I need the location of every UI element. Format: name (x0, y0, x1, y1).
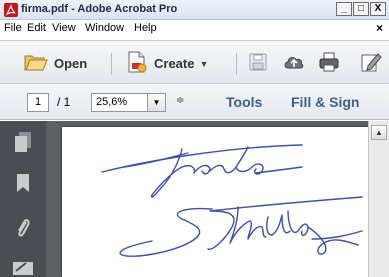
page-number-input[interactable]: 1 (27, 93, 49, 112)
handwritten-signature (101, 144, 363, 257)
minimize-button[interactable]: _ (336, 2, 352, 16)
close-button[interactable]: X (370, 2, 386, 16)
folder-open-icon (24, 52, 48, 75)
chevron-down-icon[interactable]: ▼ (147, 94, 165, 111)
menu-file[interactable]: File (4, 22, 22, 34)
menu-window[interactable]: Window (85, 22, 124, 34)
open-button[interactable]: Open (24, 52, 87, 75)
menu-help[interactable]: Help (134, 22, 157, 34)
window-title: firma.pdf - Adobe Acrobat Pro (21, 3, 178, 15)
close-document-icon[interactable]: × (376, 21, 383, 35)
vertical-scrollbar[interactable]: ▲ (368, 121, 389, 277)
create-pdf-icon (126, 50, 148, 77)
toolbar-divider (111, 53, 112, 75)
create-label: Create (154, 56, 195, 71)
navigation-toolbar: 1 / 1 25,6% ▼ ≑ Tools Fill & Sign (0, 85, 389, 120)
pdf-page (62, 127, 370, 277)
open-label: Open (54, 56, 88, 71)
navigation-pane (0, 121, 46, 277)
maximize-button[interactable]: □ (353, 2, 369, 16)
menu-view[interactable]: View (52, 22, 76, 34)
pencil-edit-icon[interactable] (360, 51, 382, 76)
cloud-upload-icon[interactable] (283, 52, 305, 75)
chevron-down-icon: ▼ (199, 58, 209, 69)
page-total: / 1 (57, 95, 71, 109)
zoom-value: 25,6% (96, 96, 128, 108)
bookmark-icon[interactable] (16, 173, 30, 196)
save-icon[interactable] (248, 52, 268, 75)
printer-icon[interactable] (318, 51, 340, 76)
scroll-up-button[interactable]: ▲ (371, 125, 387, 140)
main-toolbar: Open Create ▼ (0, 40, 389, 84)
acrobat-icon (4, 3, 18, 17)
menu-bar: File Edit View Window Help × (0, 20, 389, 37)
title-bar: firma.pdf - Adobe Acrobat Pro _ □ X (0, 0, 389, 20)
toolbar-divider (236, 53, 237, 75)
zoom-select[interactable]: 25,6% ▼ (91, 93, 166, 112)
menu-edit[interactable]: Edit (27, 22, 46, 34)
page-thumbnails-icon[interactable] (14, 131, 32, 156)
create-button[interactable]: Create ▼ (126, 50, 208, 77)
signature-icon[interactable] (12, 259, 34, 277)
document-viewer[interactable] (46, 121, 370, 277)
fill-and-sign-button[interactable]: Fill & Sign (291, 94, 359, 110)
paperclip-icon[interactable] (15, 217, 31, 242)
more-tools-icon[interactable]: ≑ (176, 95, 184, 106)
tools-pane-button[interactable]: Tools (226, 94, 262, 110)
